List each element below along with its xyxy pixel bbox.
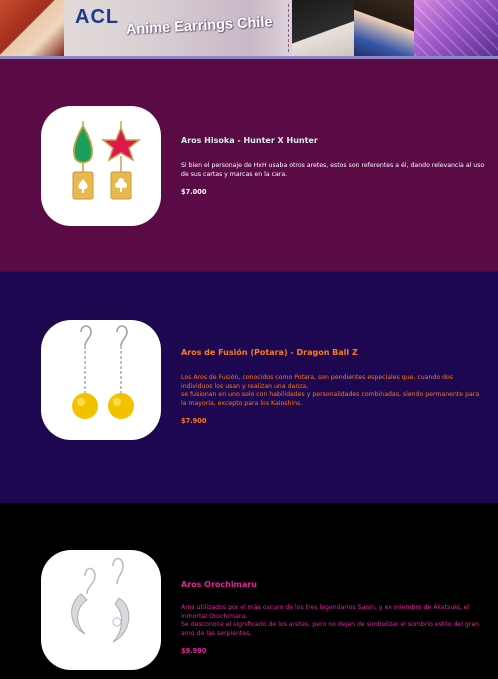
product-info: Aros Hisoka - Hunter X Hunter Si bien el… <box>181 136 486 196</box>
product-price: $7.900 <box>181 417 207 425</box>
product-info: Aros Orochimaru Aros utilizados por el m… <box>181 580 486 655</box>
product-name[interactable]: Aros de Fusión (Potara) - Dragon Ball Z <box>181 348 486 358</box>
banner-divider <box>288 4 289 52</box>
product-info: Aros de Fusión (Potara) - Dragon Ball Z … <box>181 348 486 425</box>
banner-character-art <box>0 0 64 56</box>
banner-character-art <box>354 0 414 56</box>
product-price: $7.000 <box>181 188 207 196</box>
product-name[interactable]: Aros Orochimaru <box>181 580 486 590</box>
product-description: Si bien el personaje de HxH usaba otros … <box>181 162 485 178</box>
product-price: $9.990 <box>181 647 207 655</box>
potara-earrings-icon <box>72 325 134 419</box>
site-logo[interactable]: ACL <box>75 6 119 29</box>
product-image-orochimaru[interactable] <box>41 550 161 670</box>
product-image-potara[interactable] <box>41 320 161 440</box>
product-description: Los Aros de Fusión, conocidos como Potar… <box>181 374 480 407</box>
product-section-hisoka: Aros Hisoka - Hunter X Hunter Si bien el… <box>0 59 498 271</box>
product-section-potara: Aros de Fusión (Potara) - Dragon Ball Z … <box>0 271 498 503</box>
hisoka-earrings-icon <box>72 121 142 200</box>
header-banner: ACL Anime Earrings Chile <box>0 0 498 56</box>
product-description: Aros utilizados por el más oscuro de los… <box>181 604 480 637</box>
site-title: Anime Earrings Chile <box>125 14 273 38</box>
banner-character-art <box>292 0 354 56</box>
orochimaru-earrings-icon <box>71 557 130 643</box>
product-image-hisoka[interactable] <box>41 106 161 226</box>
product-name[interactable]: Aros Hisoka - Hunter X Hunter <box>181 136 486 146</box>
banner-character-art <box>414 0 498 56</box>
product-section-orochimaru: Aros Orochimaru Aros utilizados por el m… <box>0 503 498 679</box>
